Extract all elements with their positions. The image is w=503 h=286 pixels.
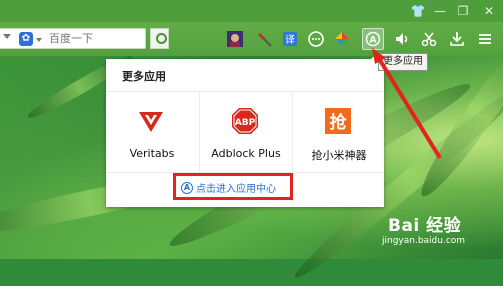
watermark-url: jingyan.baidu.com — [382, 236, 466, 246]
watermark-brand: Bai 经验 — [388, 216, 462, 236]
watermark: Bai 经验 jingyan.baidu.com — [382, 211, 465, 246]
